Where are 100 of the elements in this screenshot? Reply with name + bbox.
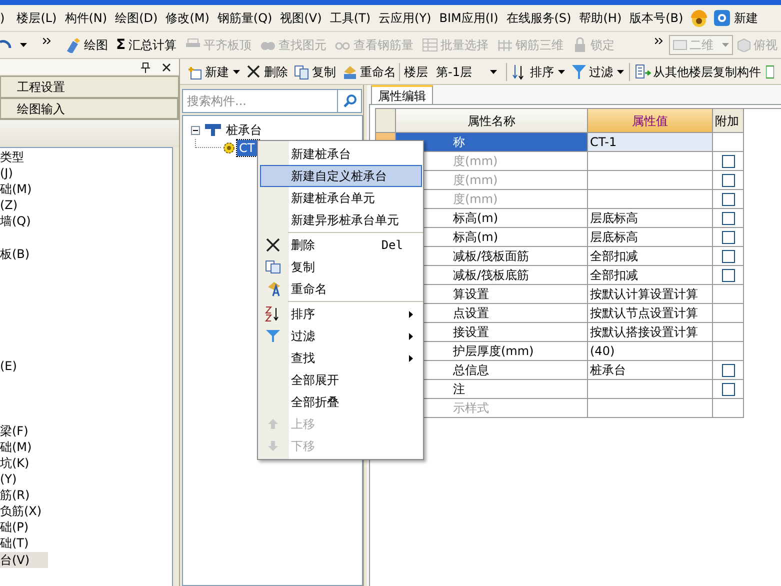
search-button[interactable] — [338, 89, 362, 113]
caret-icon — [558, 70, 565, 74]
menu-item[interactable]: 钢筋量(Q) — [213, 7, 276, 29]
tree-item[interactable]: 坑(K) — [0, 454, 32, 471]
column-header: 附加 — [713, 109, 744, 133]
menu-item[interactable]: 修改(M) — [162, 7, 214, 29]
cube-icon — [736, 38, 751, 52]
rebar-icon — [496, 37, 513, 53]
tab[interactable]: 属性编辑 — [371, 85, 433, 104]
table-cell: CT-1 — [588, 133, 713, 152]
filter-icon — [571, 64, 587, 80]
search-field[interactable]: 搜索构件... — [182, 89, 338, 113]
menu-item[interactable]: 楼层(L) — [12, 7, 61, 29]
tree-item[interactable]: 板(B) — [0, 246, 32, 262]
pile-cap-icon — [204, 123, 222, 137]
up-arrow-icon — [268, 419, 278, 429]
tree-item[interactable]: 台(V) — [0, 552, 48, 568]
table-cell: 全部扣减 — [588, 247, 713, 266]
delete-icon — [246, 64, 262, 80]
column-header: 属性名称 — [396, 109, 588, 133]
menu-item[interactable]: BIM应用(I) — [435, 7, 502, 29]
menu-item[interactable]: 构件(N) — [60, 7, 112, 29]
tree-node[interactable]: CT — [237, 140, 259, 156]
toolbar-button[interactable]: 复制 — [291, 60, 339, 82]
table-cell: 按默认搭接设置计算 — [588, 323, 713, 342]
menu-item[interactable]: 帮助(H) — [575, 7, 626, 29]
tree-item[interactable]: 墙(Q) — [0, 213, 33, 230]
tree-item[interactable]: (Z) — [0, 197, 20, 214]
table-cell: 称 — [396, 133, 588, 152]
table-cell — [713, 304, 744, 323]
rename-icon — [342, 64, 358, 80]
caret-icon — [233, 70, 240, 74]
sort-icon — [265, 306, 281, 322]
toolbar-button[interactable]: Σ 汇总计算 — [112, 34, 181, 56]
toolbar-button[interactable]: 从其他楼层复制构件 — [632, 60, 764, 82]
checkbox[interactable] — [722, 382, 734, 396]
helmet-icon — [689, 9, 710, 27]
checkbox[interactable] — [722, 364, 734, 376]
menu-item[interactable]: 在线服务(S) — [502, 7, 576, 29]
layers-icon — [766, 64, 774, 80]
menu-item[interactable]: 工具(T) — [326, 7, 375, 29]
toolbar-button[interactable]: 排序 — [509, 60, 568, 82]
tree-item[interactable]: 梁(F) — [0, 422, 30, 439]
column-header: 属性值 — [588, 109, 713, 133]
table-cell: (40) — [588, 342, 713, 361]
toolbar-button[interactable]: 新建 — [184, 60, 243, 82]
flower-icon — [713, 9, 732, 27]
menu-item[interactable]: ) — [0, 7, 13, 29]
table-cell: 全部扣减 — [588, 266, 713, 285]
tree-item[interactable]: (Y) — [0, 471, 19, 487]
tree-item[interactable]: 负筋(X) — [0, 503, 44, 520]
tree-item[interactable]: 础(M) — [0, 438, 34, 455]
nav-button[interactable]: 绘图输入 — [0, 98, 179, 120]
tree-item[interactable]: 类型 — [0, 149, 26, 165]
gear-icon — [223, 142, 235, 154]
new-button[interactable]: 新建 — [713, 9, 758, 27]
tree-item[interactable]: 础(P) — [0, 519, 31, 536]
overflow-icon — [654, 38, 663, 44]
checkbox[interactable] — [722, 268, 734, 282]
copy-icon — [294, 64, 310, 80]
copy-layers-icon — [635, 64, 651, 80]
down-arrow-icon — [268, 441, 278, 451]
menu-item[interactable]: 新建自定义桩承台 — [260, 165, 422, 187]
table-cell: 按默认计算设置计算 — [588, 285, 713, 304]
tree-item[interactable]: 筋(R) — [0, 487, 32, 504]
checkbox[interactable] — [722, 212, 734, 224]
table-cell: 层底标高 — [588, 209, 713, 228]
pencil-icon — [65, 37, 81, 53]
menu-item[interactable]: 绘图(D) — [111, 7, 162, 29]
caret-icon — [617, 70, 624, 74]
tree-item[interactable]: 础(T) — [0, 535, 31, 552]
toolbar-button[interactable]: 绘图 — [61, 34, 112, 56]
tree-node[interactable]: 桩承台 — [226, 121, 262, 139]
toolbar-button[interactable]: 重命名 — [339, 60, 399, 82]
checkbox[interactable] — [722, 250, 734, 262]
close-icon[interactable] — [162, 62, 171, 72]
table-cell: 桩承台 — [588, 361, 713, 380]
overflow-icon — [43, 38, 51, 44]
menu-item[interactable]: 云应用(Y) — [374, 7, 436, 29]
tree-item[interactable]: (E) — [0, 358, 19, 374]
table-cell: 层底标高 — [588, 228, 713, 247]
delete-icon — [266, 238, 280, 252]
copy-icon — [265, 260, 281, 274]
filter-icon — [266, 329, 280, 343]
toolbar-button[interactable]: 删除 — [243, 60, 291, 82]
tree-item[interactable]: 础(M) — [0, 181, 34, 198]
caret-icon — [490, 70, 497, 74]
menu-item[interactable]: 视图(V) — [276, 7, 326, 29]
nav-button[interactable]: 工程设置 — [0, 76, 179, 98]
pin-icon[interactable] — [141, 62, 150, 72]
caret-icon — [722, 43, 729, 47]
collapse-toggle[interactable] — [191, 126, 200, 134]
menu-item[interactable]: 版本号(B) — [626, 7, 688, 29]
table-cell — [713, 323, 744, 342]
table-cell: 按默认节点设置计算 — [588, 304, 713, 323]
checkbox[interactable] — [722, 230, 734, 244]
caret-icon — [20, 43, 27, 47]
toolbar-button[interactable]: 过滤 — [568, 60, 627, 82]
tree-item[interactable]: (J) — [0, 165, 15, 182]
search-icon — [342, 94, 356, 108]
